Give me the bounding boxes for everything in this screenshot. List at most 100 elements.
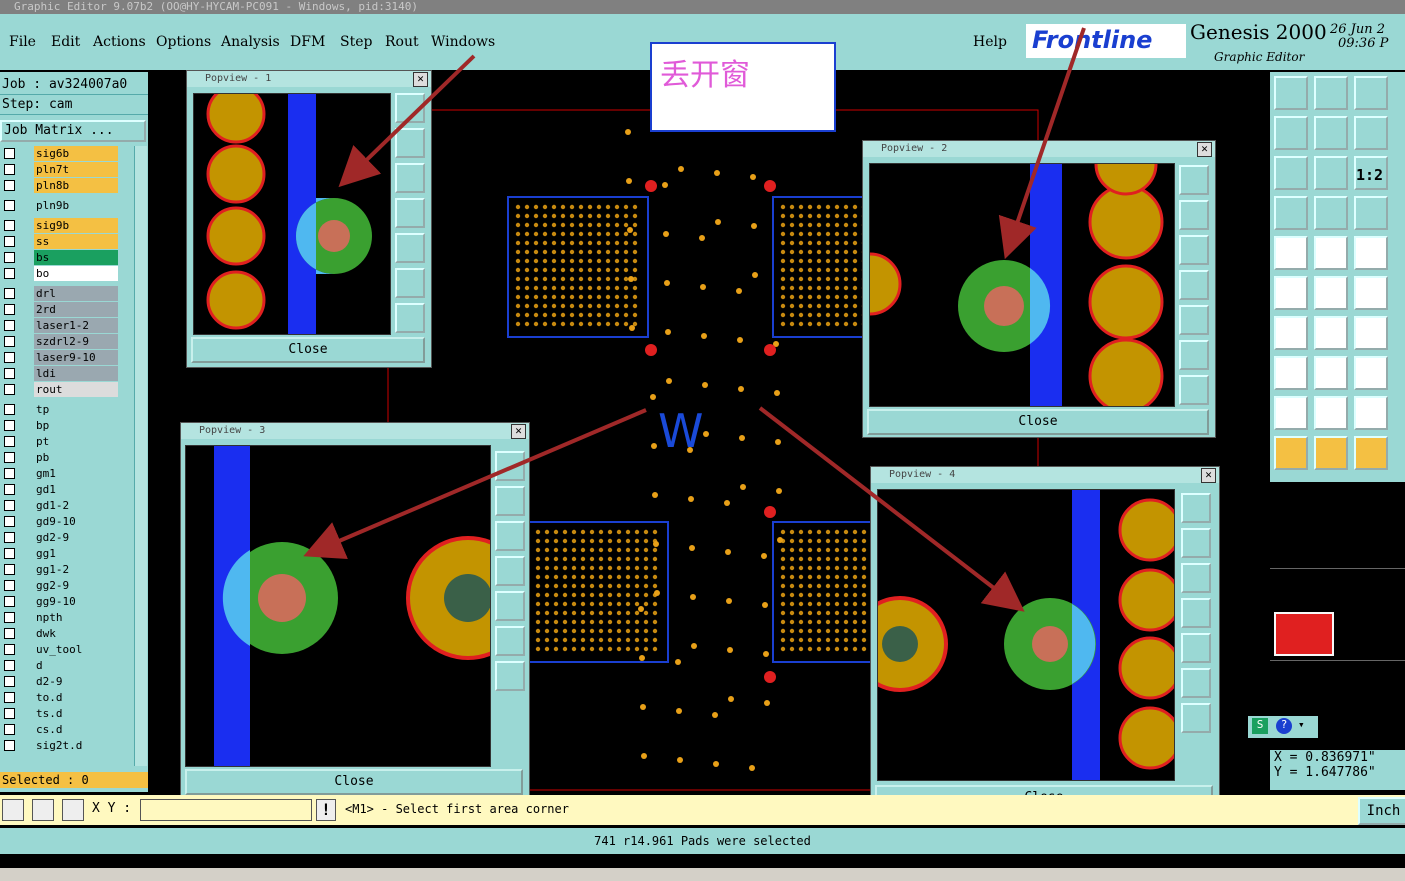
popview-4-canvas[interactable] [877,489,1175,781]
layer-row[interactable]: ts.d [0,706,130,721]
layer-row[interactable]: tp [0,402,130,417]
editor-tool-button[interactable] [1354,356,1388,390]
layer-checkbox[interactable] [4,384,15,395]
editor-tool-button[interactable] [1314,156,1348,190]
layer-checkbox[interactable] [4,724,15,735]
popview-tool-button[interactable] [1181,493,1211,523]
layer-row[interactable]: cs.d [0,722,130,737]
popview-tool-button[interactable] [495,556,525,586]
help-icon[interactable]: ? [1276,718,1292,734]
editor-tool-button[interactable] [1314,276,1348,310]
popview-tool-button[interactable] [1181,633,1211,663]
layer-checkbox[interactable] [4,692,15,703]
layer-row[interactable]: sig2t.d [0,738,130,753]
layer-checkbox[interactable] [4,516,15,527]
popview-tool-button[interactable] [495,591,525,621]
editor-tool-button[interactable] [1354,196,1388,230]
layer-row[interactable]: pln8b [0,178,130,193]
layer-checkbox[interactable] [4,596,15,607]
layer-row[interactable]: gd2-9 [0,530,130,545]
popview-tool-button[interactable] [495,521,525,551]
layer-checkbox[interactable] [4,628,15,639]
layer-checkbox[interactable] [4,288,15,299]
layer-checkbox[interactable] [4,252,15,263]
layer-row[interactable]: pln7t [0,162,130,177]
popview-tool-button[interactable] [495,451,525,481]
layer-row[interactable]: dwk [0,626,130,641]
layer-row[interactable]: sig6b [0,146,130,161]
popview-tool-button[interactable] [395,93,425,123]
menu-help[interactable]: Help [973,34,1007,50]
editor-tool-button[interactable] [1274,356,1308,390]
menu-actions[interactable]: Actions [93,34,146,50]
layer-row[interactable]: bp [0,418,130,433]
layer-row[interactable]: gg1-2 [0,562,130,577]
editor-tool-button[interactable] [1354,76,1388,110]
editor-tool-button[interactable] [1354,316,1388,350]
editor-tool-button[interactable] [1314,196,1348,230]
editor-tool-button[interactable] [1274,436,1308,470]
layer-row[interactable]: ss [0,234,130,249]
layer-checkbox[interactable] [4,580,15,591]
layer-row[interactable]: gd1-2 [0,498,130,513]
layer-checkbox[interactable] [4,180,15,191]
layer-checkbox[interactable] [4,500,15,511]
editor-tool-button[interactable] [1274,76,1308,110]
popview-3-canvas[interactable] [185,445,491,767]
layer-row[interactable]: pt [0,434,130,449]
layer-row[interactable]: bo [0,266,130,281]
editor-tool-button[interactable] [1274,196,1308,230]
job-matrix-button[interactable]: Job Matrix ... [0,120,146,142]
popview-tool-button[interactable] [1181,703,1211,733]
editor-tool-button[interactable] [1314,236,1348,270]
layer-checkbox[interactable] [4,644,15,655]
editor-tool-button[interactable] [1354,236,1388,270]
popview-tool-button[interactable] [395,128,425,158]
grid-icon[interactable] [62,799,84,821]
popview-3-close-icon[interactable]: ✕ [511,424,526,439]
editor-tool-button[interactable] [1274,116,1308,150]
popview-3-close-button[interactable]: Close [185,769,523,795]
layer-checkbox[interactable] [4,420,15,431]
menu-rout[interactable]: Rout [385,34,419,50]
layer-checkbox[interactable] [4,368,15,379]
layer-row[interactable]: laser1-2 [0,318,130,333]
layer-scrollbar[interactable] [134,146,147,766]
layer-checkbox[interactable] [4,564,15,575]
editor-tool-button[interactable] [1314,76,1348,110]
layer-row[interactable]: 2rd [0,302,130,317]
layer-checkbox[interactable] [4,660,15,671]
editor-tool-button[interactable] [1354,436,1388,470]
layer-row[interactable]: ldi [0,366,130,381]
popview-tool-button[interactable] [395,268,425,298]
popview-tool-button[interactable] [1181,598,1211,628]
popview-tool-button[interactable] [1179,340,1209,370]
layer-checkbox[interactable] [4,268,15,279]
layer-checkbox[interactable] [4,436,15,447]
editor-tool-button[interactable] [1354,116,1388,150]
layer-checkbox[interactable] [4,164,15,175]
popview-tool-button[interactable] [1179,305,1209,335]
editor-tool-button[interactable] [1274,236,1308,270]
xy-input[interactable] [140,799,312,821]
layer-row[interactable]: gd9-10 [0,514,130,529]
layer-row[interactable]: npth [0,610,130,625]
layer-row[interactable]: rout [0,382,130,397]
layer-checkbox[interactable] [4,484,15,495]
layer-row[interactable]: bs [0,250,130,265]
right-mini-view[interactable]: S ? ▾ X = 0.836971" Y = 1.647786" [1248,484,1405,794]
layer-row[interactable]: d2-9 [0,674,130,689]
alert-icon[interactable]: ! [316,799,336,821]
editor-tool-button[interactable] [1274,276,1308,310]
layer-checkbox[interactable] [4,352,15,363]
layer-row[interactable]: uv_tool [0,642,130,657]
layer-checkbox[interactable] [4,148,15,159]
menu-step[interactable]: Step [340,34,372,50]
dropdown-icon[interactable]: ▾ [1298,718,1312,734]
editor-tool-button[interactable] [1274,396,1308,430]
layer-checkbox[interactable] [4,708,15,719]
s-icon[interactable]: S [1252,718,1268,734]
menu-analysis[interactable]: Analysis [221,34,280,50]
editor-tool-button[interactable] [1314,116,1348,150]
menu-options[interactable]: Options [156,34,211,50]
